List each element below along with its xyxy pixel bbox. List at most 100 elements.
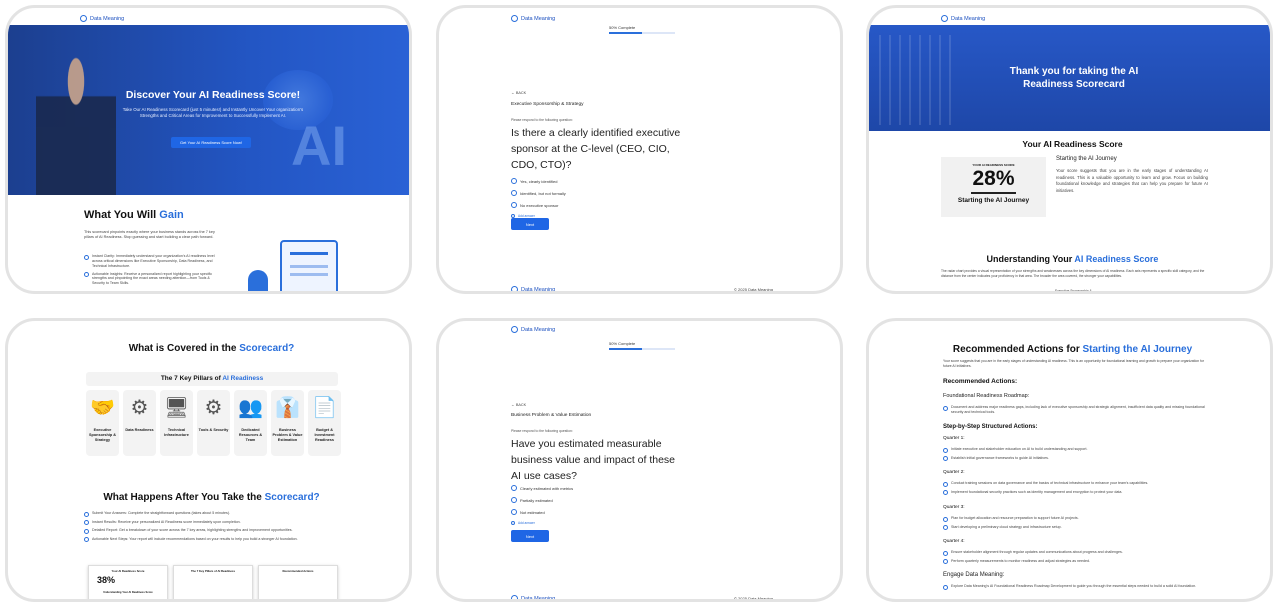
understanding-text: The radar chart provides a visual repres… xyxy=(941,269,1205,278)
action-item: Perform quarterly measurements to monito… xyxy=(943,559,1213,564)
pillar-technical: 🖥 Technical Infrastructure xyxy=(160,390,193,456)
answer-option[interactable]: Not estimated xyxy=(511,509,573,515)
results-hero-title: Thank you for taking the AI Readiness Sc… xyxy=(1009,66,1139,90)
add-answer[interactable]: Add answer xyxy=(511,521,573,525)
gain-description: This scorecard pinpoints exactly where y… xyxy=(84,230,215,240)
circuit-pattern xyxy=(879,35,959,125)
answer-option[interactable]: No executive sponsor xyxy=(511,202,566,208)
pillar-business: 👔 Business Problem & Value Estimation xyxy=(271,390,304,456)
pillar-data: ⚙ Data Readiness xyxy=(123,390,156,456)
hero-title: Discover Your AI Readiness Score! xyxy=(125,89,301,101)
answer-option[interactable]: Yes, clearly identified xyxy=(511,178,566,184)
question-category: Executive Sponsorship & Strategy xyxy=(511,102,584,107)
answer-option[interactable]: Partially estimated xyxy=(511,497,573,503)
action-item: Plan for budget allocation and resource … xyxy=(943,516,1213,522)
after-step: Detailed Report: Get a breakdown of your… xyxy=(84,528,344,534)
answer-options: Clearly estimated with metrics Partially… xyxy=(511,485,573,531)
understanding-title: Understanding Your AI Readiness Score xyxy=(986,254,1159,264)
hero-subtitle: Take Our AI Readiness Scorecard (just 5 … xyxy=(122,107,304,119)
business-icon: 👔 xyxy=(275,397,300,419)
check-icon xyxy=(943,550,948,556)
score-underline xyxy=(971,192,1016,194)
radio-circle xyxy=(511,190,517,196)
radio-circle xyxy=(511,202,517,208)
logo-icon xyxy=(511,595,518,599)
pillar-executive: 🤝 Executive Sponsorship & Strategy xyxy=(86,390,119,456)
covered-title: What is Covered in the Scorecard? xyxy=(128,343,295,354)
check-icon xyxy=(84,528,89,534)
journey-text: Your score suggests that you are in the … xyxy=(1056,168,1208,193)
brand-logo[interactable]: Data Meaning xyxy=(511,15,555,22)
steps-heading: Step-by-Step Structured Actions: xyxy=(943,424,1038,430)
check-icon xyxy=(84,511,89,517)
clipboard-illustration xyxy=(280,240,338,291)
card-question-2: Data Meaning 50% Complete ← BACK Busines… xyxy=(436,318,843,602)
after-step: Instant Results: Receive your personaliz… xyxy=(84,520,344,525)
back-link[interactable]: ← BACK xyxy=(511,91,526,95)
brand-logo[interactable]: Data Meaning xyxy=(80,15,124,22)
handshake-icon: 🤝 xyxy=(90,397,115,419)
gain-title: What You Will Gain xyxy=(84,209,184,221)
next-button[interactable]: Next xyxy=(511,530,549,542)
score-section-title: Your AI Readiness Score xyxy=(1022,139,1123,149)
data-icon: ⚙ xyxy=(130,397,149,419)
brand-logo[interactable]: Data Meaning xyxy=(941,15,985,22)
pillar-budget: 📄 Budget & Investment Readiness xyxy=(308,390,341,456)
rec-intro: Your score suggests that you are in the … xyxy=(943,359,1205,368)
after-step: Submit Your Answers: Complete the straig… xyxy=(84,511,344,517)
question-prompt: Please respond to the following question… xyxy=(511,429,573,433)
gain-bullets: Instant Clarity: Immediately understand … xyxy=(84,254,216,289)
q4-heading: Quarter 4: xyxy=(943,539,965,544)
rec-heading: Recommended Actions: xyxy=(943,378,1018,385)
check-icon xyxy=(943,481,948,487)
next-button[interactable]: Next xyxy=(511,218,549,230)
monitor-icon: 🖥 xyxy=(163,397,190,419)
footer-logo[interactable]: Data Meaning xyxy=(511,595,555,599)
logo-icon xyxy=(511,15,518,22)
hero-ai-text: AI xyxy=(291,114,347,177)
q1-heading: Quarter 1: xyxy=(943,436,965,441)
progress-fill xyxy=(609,348,642,350)
get-score-button[interactable]: Get Your AI Readiness Score Now! xyxy=(171,137,251,148)
answer-option[interactable]: Identified, but not formally xyxy=(511,190,566,196)
action-item: Start developing a preliminary cloud str… xyxy=(943,525,1213,530)
action-item: Conduct training sessions on data govern… xyxy=(943,481,1213,487)
journey-title: Starting the AI Journey xyxy=(1056,156,1117,162)
check-icon xyxy=(943,456,948,461)
check-icon xyxy=(943,516,948,522)
person-illustration xyxy=(248,270,268,291)
check-icon xyxy=(943,490,948,495)
roadmap-item: Document and address major readiness gap… xyxy=(943,405,1213,415)
engage-heading: Engage Data Meaning: xyxy=(943,572,1005,578)
pillars-title-bar: The 7 Key Pillars of AI Readiness xyxy=(86,372,338,386)
footer-logo[interactable]: Data Meaning xyxy=(511,286,555,291)
back-link[interactable]: ← BACK xyxy=(511,403,526,407)
q2-heading: Quarter 2: xyxy=(943,470,965,475)
pillar-resources: 👥 Dedicated Resources & Team xyxy=(234,390,267,456)
card-coverage: What is Covered in the Scorecard? The 7 … xyxy=(5,318,412,602)
check-icon xyxy=(943,559,948,564)
card-results: Data Meaning Thank you for taking the AI… xyxy=(866,5,1273,294)
q2-items: Conduct training sessions on data govern… xyxy=(943,481,1213,498)
question-prompt: Please respond to the following question… xyxy=(511,118,573,122)
action-item: Implement foundational security practice… xyxy=(943,490,1213,495)
answer-option[interactable]: Clearly estimated with metrics xyxy=(511,485,573,491)
results-hero: Thank you for taking the AI Readiness Sc… xyxy=(869,25,1270,131)
card-recommendations: Recommended Actions for Starting the AI … xyxy=(866,318,1273,602)
brand-logo[interactable]: Data Meaning xyxy=(511,326,555,333)
check-icon xyxy=(943,584,948,590)
question-text: Is there a clearly identified executive … xyxy=(511,127,681,171)
card-landing: Data Meaning AI Discover Your AI Readine… xyxy=(5,5,412,294)
q1-items: Initiate executive and stakeholder educa… xyxy=(943,447,1213,464)
check-icon xyxy=(84,520,89,525)
q4-items: Ensure stakeholder alignment through reg… xyxy=(943,550,1213,567)
hero-banner: AI Discover Your AI Readiness Score! Tak… xyxy=(8,25,409,195)
q3-items: Plan for budget allocation and resource … xyxy=(943,516,1213,533)
gear-icon: ⚙ xyxy=(204,397,223,419)
radio-circle xyxy=(511,509,517,515)
action-item: Establish initial governance frameworks … xyxy=(943,456,1213,461)
radio-circle xyxy=(511,497,517,503)
check-icon xyxy=(943,525,948,530)
progress-bar xyxy=(609,348,675,350)
progress-label: 50% Complete xyxy=(609,25,636,30)
